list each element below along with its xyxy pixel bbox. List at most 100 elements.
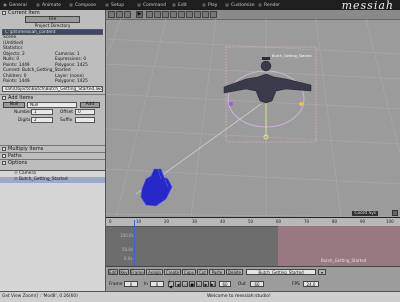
item-select-field[interactable]: Butch_Getting_Started xyxy=(246,269,316,275)
coord-sys-label[interactable]: Coord Sys xyxy=(352,211,378,216)
left-panel: Current Item File Project Directory C:\p… xyxy=(0,10,106,291)
tab-command[interactable]: Command xyxy=(137,1,166,9)
paths-header[interactable]: Paths xyxy=(0,151,105,159)
in-field[interactable]: 0 xyxy=(150,281,164,287)
create-button[interactable]: Create xyxy=(164,269,181,275)
tab-dot-icon xyxy=(36,3,40,7)
number-label: Number xyxy=(14,109,32,115)
viewport-3d[interactable]: ▶ Butch_Getting_Started Coord Sys xyxy=(106,10,400,217)
tab-dot-icon xyxy=(105,3,109,7)
view-icon[interactable] xyxy=(108,11,115,18)
play-icon[interactable]: ▶ xyxy=(136,11,143,18)
main-tab-bar: General Animate Compose Setup Command Ed… xyxy=(0,0,400,12)
tab-edit[interactable]: Edit xyxy=(172,1,187,9)
frame-mode-button[interactable]: Frame xyxy=(130,269,145,275)
digits-field[interactable]: 2 xyxy=(31,116,53,123)
cut-button[interactable]: Cut xyxy=(197,269,208,275)
tab-play[interactable]: Play xyxy=(202,1,217,9)
add-items-row: Null Null Add xyxy=(0,101,105,109)
collapse-icon xyxy=(2,95,6,100)
orbit-icon[interactable] xyxy=(202,11,209,18)
stop-icon[interactable]: ■ xyxy=(189,281,195,287)
file-button[interactable]: File xyxy=(25,16,80,23)
viewport-options-icon[interactable] xyxy=(392,210,398,216)
tree-item[interactable]: ⊘ Butch_Getting_Started xyxy=(0,177,105,183)
copy-button[interactable]: Copy xyxy=(182,269,196,275)
status-bar: Get View Zoom() : 'Mod8', 0.26(60) Welco… xyxy=(0,291,400,302)
play-back-icon[interactable]: ◁ xyxy=(182,281,188,287)
step-forward-icon[interactable]: ▶ xyxy=(203,281,209,287)
character-figure xyxy=(223,57,312,104)
assign-button[interactable]: Assign xyxy=(146,269,163,275)
light-view-icon[interactable] xyxy=(124,11,131,18)
collapse-icon xyxy=(2,153,6,158)
delete-button[interactable]: Delete xyxy=(226,269,243,275)
playbar-panel: Edit Key Frame Assign Create Copy Cut Pa… xyxy=(106,266,400,292)
frame-label: Frame xyxy=(109,282,123,287)
hand-object xyxy=(140,168,173,207)
tab-compose[interactable]: Compose xyxy=(69,1,96,9)
points-polygons-row: Points: 1449 Polygons: 1425 xyxy=(3,79,88,84)
object-path-field[interactable]: sah\Objects\Butch\Butch_Getting_Started.… xyxy=(2,85,103,92)
add-button[interactable]: Add xyxy=(80,101,100,108)
range-zone-label: Butch_Getting_Started xyxy=(321,258,367,263)
tab-render[interactable]: Render xyxy=(258,1,280,9)
play-forward-icon[interactable]: ▷ xyxy=(196,281,202,287)
digits-suffix-row: Digits 2 Suffix xyxy=(0,116,105,125)
viewport-item-label: Butch_Getting_Started xyxy=(272,54,312,58)
select-icon[interactable] xyxy=(178,11,185,18)
collapse-icon xyxy=(2,160,6,165)
multiply-items-header[interactable]: Multiply Items xyxy=(0,144,105,152)
collapse-icon xyxy=(2,146,6,151)
zoom-icon[interactable] xyxy=(186,11,193,18)
tab-dot-icon xyxy=(137,3,141,7)
tab-dot-icon xyxy=(258,3,262,7)
step-back-icon[interactable]: ◀ xyxy=(175,281,181,287)
add-items-header[interactable]: Add Items xyxy=(0,93,105,101)
tab-customize[interactable]: Customize xyxy=(225,1,255,9)
viewport-canvas xyxy=(106,19,400,217)
key-button[interactable]: Key xyxy=(119,269,129,275)
number-field[interactable]: 1 xyxy=(31,108,53,115)
fit-icon[interactable] xyxy=(210,11,217,18)
paste-button[interactable]: Paste xyxy=(209,269,225,275)
camera-view-icon[interactable] xyxy=(116,11,123,18)
move-icon[interactable] xyxy=(154,11,161,18)
null-type-button[interactable]: Null xyxy=(3,101,25,108)
offset-field[interactable]: 0 xyxy=(75,108,95,115)
digits-label: Digits xyxy=(18,117,31,123)
out-field[interactable]: 60 xyxy=(250,281,264,287)
fps-field[interactable]: 24.0 xyxy=(303,281,319,287)
offset-label: Offset xyxy=(60,109,73,115)
dropdown-icon[interactable]: ▾ xyxy=(318,269,326,275)
tab-dot-icon xyxy=(202,3,206,7)
options-header[interactable]: Options xyxy=(0,158,105,166)
suffix-field[interactable] xyxy=(75,116,95,123)
skip-start-icon[interactable]: |◀ xyxy=(168,279,174,289)
tab-dot-icon xyxy=(225,3,229,7)
null-name-field[interactable]: Null xyxy=(27,101,77,108)
tab-dot-icon xyxy=(69,3,73,7)
frame-field[interactable]: 0 xyxy=(124,281,138,287)
track-label: 100.0s xyxy=(120,233,134,238)
number-offset-row: Number 1 Offset 0 xyxy=(0,108,105,117)
track-label: 50.0s xyxy=(122,247,133,252)
scale-icon[interactable] xyxy=(170,11,177,18)
tab-dot-icon xyxy=(3,3,7,7)
item-tree: ⊘ Camera ⊘ Butch_Getting_Started xyxy=(0,170,105,291)
grid-icon[interactable] xyxy=(146,11,153,18)
status-message: Welcome to messiah:studio! xyxy=(207,294,271,299)
object-icon: ⊘ xyxy=(14,177,18,182)
camera-icon: ⊘ xyxy=(14,171,18,176)
rotate-icon[interactable] xyxy=(162,11,169,18)
end-frame-field[interactable]: 60 xyxy=(219,281,231,287)
skip-end-icon[interactable]: ▶| xyxy=(210,281,216,287)
collapse-icon xyxy=(2,11,6,15)
out-label: Out xyxy=(238,282,246,287)
pan-icon[interactable] xyxy=(194,11,201,18)
tab-general[interactable]: General xyxy=(3,1,27,9)
edit-button[interactable]: Edit xyxy=(108,269,118,275)
timeline-panel[interactable]: 0 10 20 30 40 50 60 70 80 90 100 100.0s … xyxy=(106,217,400,267)
tab-animate[interactable]: Animate xyxy=(36,1,61,9)
tab-setup[interactable]: Setup xyxy=(105,1,124,9)
